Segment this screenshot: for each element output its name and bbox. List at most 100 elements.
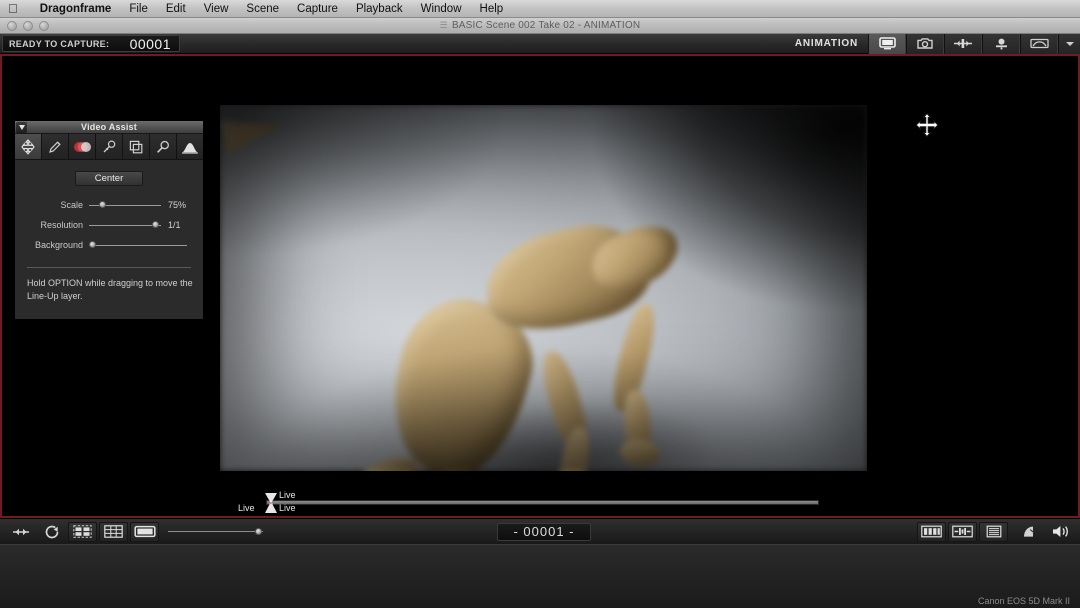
background-label: Background [34,240,83,250]
lens-vignette [220,105,867,471]
live-label-left: Live [238,503,255,513]
magnifier-icon [157,140,169,153]
list-icon [986,525,1001,538]
video-assist-panel[interactable]: Video Assist Center Scale 75% Resolution… [14,120,204,320]
live-scrub-strip: Live Live Live [2,490,1078,516]
resolution-slider[interactable] [89,220,161,230]
quad-split-icon [73,525,92,538]
scrub-track[interactable] [266,500,819,505]
camera-status-label: Canon EOS 5D Mark II [977,596,1070,606]
scale-slider[interactable] [89,200,161,210]
menu-file[interactable]: File [120,0,157,18]
btn-metronome[interactable] [1015,522,1044,542]
camera-icon [917,38,933,49]
move-cursor-icon [914,112,940,138]
histogram-icon [182,142,198,154]
workspace-dropdown[interactable] [1058,33,1080,54]
audio-track-icon [952,525,973,538]
metronome-icon [1023,526,1034,537]
workspace-cinematography[interactable] [906,33,944,54]
bottom-toolbar-right [916,521,1076,542]
btn-speaker[interactable] [1046,522,1075,542]
move-axis-icon [954,39,972,48]
mac-menu-bar:  Dragonframe File Edit View Scene Captu… [0,0,1080,18]
tool-move[interactable] [15,134,42,159]
workspace-arc-motion[interactable] [982,33,1020,54]
frame-counter[interactable]: - 00001 - [497,522,591,541]
resolution-slider-row: Resolution 1/1 [15,215,203,235]
viewport-zoom-knob[interactable] [255,527,262,535]
scale-value: 75% [168,200,187,210]
menu-view[interactable]: View [195,0,238,18]
workspace-x-sheet[interactable] [1020,33,1058,54]
ready-to-capture-label: READY TO CAPTURE: [9,38,110,49]
hourglass-playhead-icon[interactable] [264,492,278,514]
btn-quad-split[interactable] [68,521,97,542]
menu-dragonframe[interactable]: Dragonframe [31,0,121,18]
menu-edit[interactable]: Edit [157,0,195,18]
btn-flip-horizontal[interactable] [6,522,35,542]
resolution-slider-knob[interactable] [152,221,159,228]
tool-zoom[interactable] [150,134,177,159]
rotate-icon [45,525,58,538]
video-assist-toolbar [15,134,203,160]
main-viewport[interactable]: Video Assist Center Scale 75% Resolution… [0,54,1080,518]
viewport-zoom-slider[interactable] [168,525,263,539]
move-tool-icon [21,138,35,155]
workspace-animation[interactable] [868,33,906,54]
video-assist-help-text: Hold OPTION while dragging to move the L… [27,278,193,301]
live-label-bottom: Live [279,503,296,513]
chevron-down-icon [1065,41,1074,46]
btn-list-view[interactable] [979,521,1008,542]
menu-scene[interactable]: Scene [237,0,288,18]
grid-icon [104,525,123,538]
dragonframe-window:  Dragonframe File Edit View Scene Captu… [0,0,1080,608]
menu-playback[interactable]: Playback [347,0,412,18]
guide-tool-icon [103,139,116,152]
scale-slider-knob[interactable] [99,201,106,208]
flip-horizontal-icon [12,528,29,535]
tool-histogram[interactable] [177,134,203,159]
document-proxy-icon[interactable]: ☰ [440,20,448,30]
ready-frame-number: 00001 [129,35,171,52]
window-title-bar: ☰ BASIC Scene 002 Take 02 - ANIMATION [0,18,1080,34]
frame-view-icon [133,525,156,538]
live-label-top: Live [279,490,296,500]
background-slider-row: Background [15,235,203,255]
tool-draw[interactable] [42,134,69,159]
tool-guide[interactable] [96,134,123,159]
window-title: ☰ BASIC Scene 002 Take 02 - ANIMATION [439,20,641,31]
scale-label: Scale [60,200,83,210]
monitor-icon [878,37,896,50]
pencil-tool-icon [49,140,61,153]
tool-layers[interactable] [123,134,150,159]
resolution-label: Resolution [40,220,83,230]
transport-bar: 16 : 9 [0,544,1080,608]
workspace-dmx[interactable] [944,33,982,54]
menu-capture[interactable]: Capture [288,0,347,18]
menu-window[interactable]: Window [412,0,471,18]
center-button[interactable]: Center [75,171,143,186]
btn-rotate[interactable] [37,522,66,542]
video-assist-title: Video Assist [81,122,137,132]
tool-onion-skin[interactable] [69,134,96,159]
background-slider[interactable] [89,240,187,250]
onion-skin-icon [74,141,91,152]
live-video-frame[interactable] [220,105,867,471]
background-slider-knob[interactable] [89,241,96,248]
btn-filmstrip[interactable] [917,521,946,542]
apple-logo-icon[interactable]:  [8,2,18,15]
current-mode-label: ANIMATION [794,38,858,49]
btn-grid[interactable] [99,521,128,542]
video-assist-title-bar[interactable]: Video Assist [15,121,203,134]
speaker-icon [1052,526,1068,537]
resolution-value: 1/1 [168,220,181,230]
scale-slider-row: Scale 75% [15,195,203,215]
menu-help[interactable]: Help [471,0,513,18]
btn-audio-track[interactable] [948,521,977,542]
btn-frame-view[interactable] [130,521,159,542]
video-assist-body: Center Scale 75% Resolution 1/1 Backgrou… [15,160,203,303]
curve-icon [1029,38,1049,49]
ready-to-capture-status: READY TO CAPTURE: 00001 [2,35,180,52]
filmstrip-icon [921,525,942,538]
